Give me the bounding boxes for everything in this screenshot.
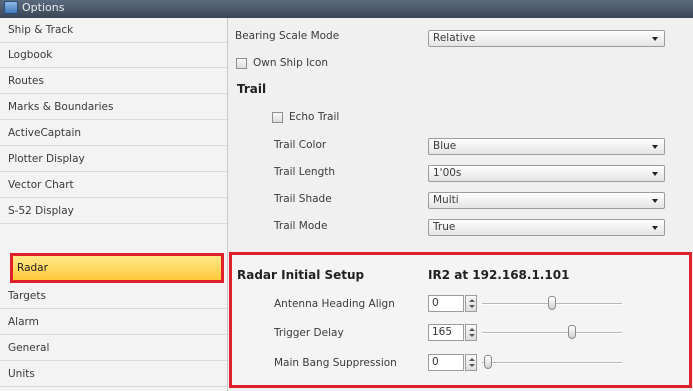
window-title: Options [22,1,65,14]
trail-length-row: Trail Length [274,166,335,178]
radar-setup-title: Radar Initial Setup [237,268,365,282]
trigger-delay-slider[interactable] [568,325,576,339]
trail-length-value: 1'00s [433,167,462,179]
own-ship-icon-label: Own Ship Icon [253,57,329,69]
trigger-delay-spinner[interactable] [465,324,477,341]
own-ship-icon-row: Own Ship Icon [236,57,328,69]
trigger-delay-track[interactable] [482,332,622,334]
chevron-down-icon [652,37,658,41]
sidebar-item-logbook[interactable]: Logbook [0,43,227,68]
antenna-heading-align-row: Antenna Heading Align [274,298,395,310]
bearing-scale-mode-label: Bearing Scale Mode [235,30,340,42]
bearing-scale-mode-select[interactable]: Relative [428,30,665,47]
trail-title: Trail [237,82,267,96]
echo-trail-row: Echo Trail [272,111,339,123]
antenna-heading-align-input[interactable]: 0 [428,295,464,312]
sidebar-item-routes[interactable]: Routes [0,69,227,94]
trigger-delay-input[interactable]: 165 [428,324,464,341]
trail-mode-select[interactable]: True [428,219,665,236]
trail-shade-label: Trail Shade [274,193,332,205]
sidebar-item-targets[interactable]: Targets [0,284,227,309]
trail-color-row: Trail Color [274,139,326,151]
spin-down-icon [469,305,475,308]
sidebar-item-s52-display[interactable]: S-52 Display [0,199,227,224]
echo-trail-checkbox[interactable] [272,111,283,123]
antenna-heading-align-label: Antenna Heading Align [274,298,395,310]
trail-shade-row: Trail Shade [274,193,332,205]
trail-section: Trail [237,82,266,96]
sidebar-item-ship-track[interactable]: Ship & Track [0,18,227,43]
chevron-down-icon [652,199,658,203]
main-bang-suppression-row: Main Bang Suppression [274,357,397,369]
bearing-scale-mode-value: Relative [433,32,476,44]
bearing-scale-mode-row: Bearing Scale Mode [235,30,339,42]
sidebar-item-radar[interactable]: Radar [10,253,224,283]
main-bang-suppression-slider[interactable] [484,355,492,369]
chevron-down-icon [652,145,658,149]
main-bang-suppression-input[interactable]: 0 [428,354,464,371]
antenna-heading-align-slider[interactable] [548,296,556,310]
sidebar-item-vector-chart[interactable]: Vector Chart [0,173,227,198]
own-ship-icon-checkbox[interactable] [236,57,247,69]
spin-down-icon [469,364,475,367]
spin-up-icon [469,358,475,361]
main-bang-suppression-track[interactable] [482,362,622,364]
trail-color-value: Blue [433,140,457,152]
trail-mode-label: Trail Mode [274,220,328,232]
spin-down-icon [469,334,475,337]
main-bang-suppression-label: Main Bang Suppression [274,357,397,369]
app-icon [4,1,18,14]
sidebar-item-activecaptain[interactable]: ActiveCaptain [0,121,227,146]
trigger-delay-row: Trigger Delay [274,327,344,339]
spin-up-icon [469,299,475,302]
antenna-heading-align-spinner[interactable] [465,295,477,312]
main-bang-suppression-spinner[interactable] [465,354,477,371]
trail-length-label: Trail Length [274,166,336,178]
echo-trail-label: Echo Trail [289,111,340,123]
trail-mode-value: True [433,221,456,233]
trigger-delay-label: Trigger Delay [274,327,344,339]
chevron-down-icon [652,226,658,230]
trail-mode-row: Trail Mode [274,220,327,232]
sidebar-item-units[interactable]: Units [0,362,227,387]
sidebar-item-marks-boundaries[interactable]: Marks & Boundaries [0,95,227,120]
sidebar-item-alarm[interactable]: Alarm [0,310,227,335]
options-sidebar: Ship & Track Logbook Routes Marks & Boun… [0,18,228,391]
trail-shade-select[interactable]: Multi [428,192,665,209]
window-titlebar: Options [0,0,693,18]
trail-length-select[interactable]: 1'00s [428,165,665,182]
radar-setup-header: Radar Initial Setup [237,268,364,282]
sidebar-item-general[interactable]: General [0,336,227,361]
radar-device-row: IR2 at 192.168.1.101 [428,268,569,282]
chevron-down-icon [652,172,658,176]
radar-device-label: IR2 at 192.168.1.101 [428,268,570,282]
spin-up-icon [469,328,475,331]
trail-color-select[interactable]: Blue [428,138,665,155]
trail-color-label: Trail Color [274,139,327,151]
sidebar-item-plotter-display[interactable]: Plotter Display [0,147,227,172]
trail-shade-value: Multi [433,194,459,206]
